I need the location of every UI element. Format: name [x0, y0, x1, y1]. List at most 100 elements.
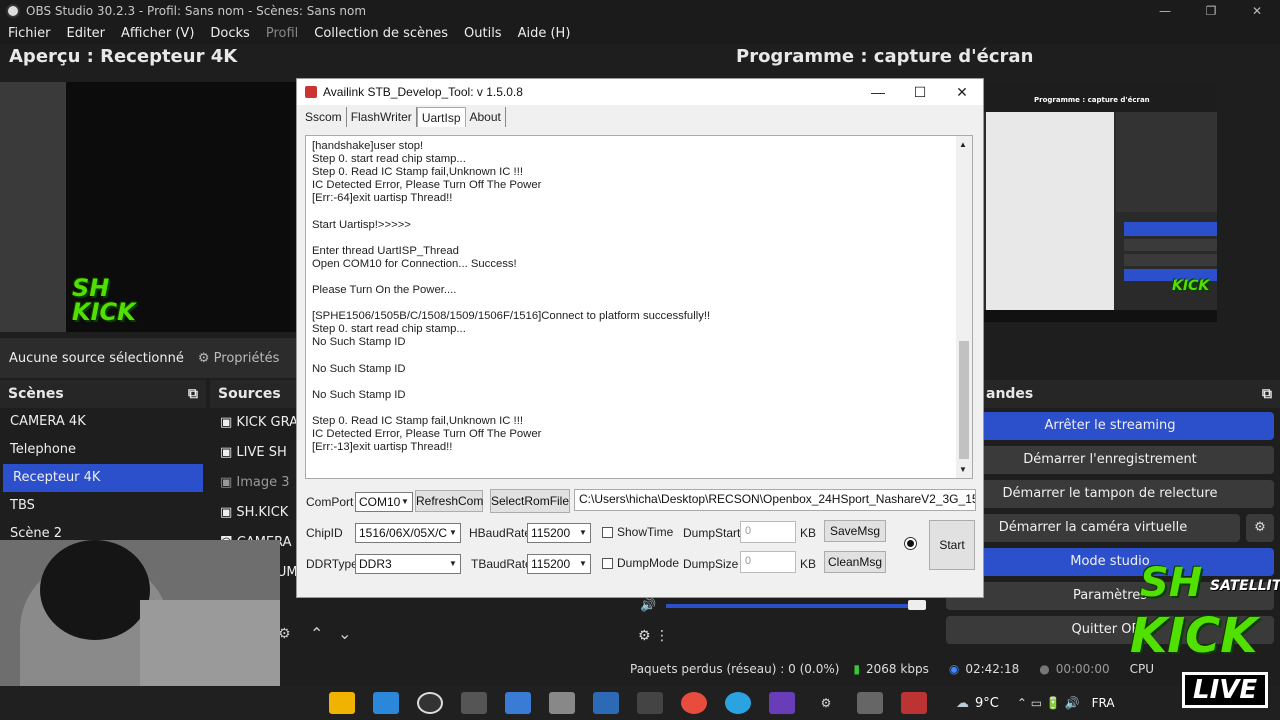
- scene-item[interactable]: TBS: [0, 492, 206, 520]
- stb-tool-taskbar-icon[interactable]: [901, 692, 927, 714]
- app-icon[interactable]: [769, 692, 795, 714]
- app-icon[interactable]: [857, 692, 883, 714]
- maximize-icon[interactable]: ☐: [899, 79, 941, 105]
- weather-icon: ☁: [956, 695, 969, 711]
- status-radio[interactable]: [904, 537, 917, 550]
- overlay-sh: SH: [1140, 560, 1203, 606]
- app-icon[interactable]: [637, 692, 663, 714]
- store-icon[interactable]: [373, 692, 399, 714]
- scene-item[interactable]: Telephone: [0, 436, 206, 464]
- app-icon[interactable]: [549, 692, 575, 714]
- tray-icons[interactable]: ⌃ ▭ 🔋 🔊: [1017, 696, 1080, 710]
- scenes-header: Scènes ⧉: [0, 380, 206, 408]
- rom-path-field[interactable]: C:\Users\hicha\Desktop\RECSON\Openbox_24…: [574, 489, 976, 511]
- scroll-up-icon[interactable]: ▲: [959, 138, 967, 151]
- app-icon[interactable]: [505, 692, 531, 714]
- tool-window-title: Availink STB_Develop_Tool: v 1.5.0.8: [323, 85, 523, 99]
- scene-item-active[interactable]: Recepteur 4K: [3, 464, 203, 492]
- clean-msg-button[interactable]: CleanMsg: [824, 551, 886, 573]
- log-output[interactable]: [handshake]user stop! Step 0. start read …: [305, 135, 973, 479]
- volume-slider[interactable]: [666, 604, 924, 608]
- log-line: Step 0. start read chip stamp...: [312, 323, 466, 336]
- weather-temp: 9°C: [975, 695, 999, 711]
- start-button[interactable]: Start: [929, 520, 975, 570]
- calculator-icon[interactable]: [593, 692, 619, 714]
- save-msg-button[interactable]: SaveMsg: [824, 520, 886, 542]
- source-item[interactable]: ▣ KICK GRAN: [210, 408, 296, 438]
- ddr-select[interactable]: DDR3 ▼: [355, 554, 461, 574]
- comport-select[interactable]: COM10 ▼: [355, 492, 413, 512]
- log-line: [Err:-13]exit uartisp Thread!!: [312, 441, 453, 454]
- menu-aide[interactable]: Aide (H): [510, 26, 579, 41]
- hbaud-select[interactable]: 115200 ▼: [527, 523, 591, 543]
- menu-editer[interactable]: Editer: [59, 26, 114, 41]
- source-item[interactable]: ▣ SH.KICK: [210, 498, 296, 528]
- virtual-camera-settings-icon[interactable]: ⚙: [1246, 514, 1274, 542]
- log-line: Open COM10 for Connection... Success!: [312, 257, 517, 270]
- source-item[interactable]: ▣ Image 3: [210, 468, 296, 498]
- close-icon[interactable]: ✕: [941, 79, 983, 105]
- log-line: Start Uartisp!>>>>>: [312, 218, 411, 231]
- file-explorer-icon[interactable]: [329, 692, 355, 714]
- select-rom-button[interactable]: SelectRomFile: [490, 489, 570, 513]
- tab-about[interactable]: About: [466, 107, 506, 127]
- menu-collection[interactable]: Collection de scènes: [306, 26, 456, 41]
- tab-sscom[interactable]: Sscom: [301, 107, 347, 127]
- obs-taskbar-icon[interactable]: [417, 692, 443, 714]
- chrome-icon[interactable]: [681, 692, 707, 714]
- settings-taskbar-icon[interactable]: ⚙: [813, 692, 839, 714]
- image-icon: ▣: [220, 475, 237, 490]
- log-line: No Such Stamp ID: [312, 336, 406, 349]
- signal-icon: ▮: [853, 662, 861, 676]
- move-up-icon[interactable]: ⌃: [310, 624, 323, 643]
- replay-buffer-button[interactable]: Démarrer le tampon de relecture: [946, 480, 1274, 508]
- properties-button[interactable]: ⚙ Propriétés: [198, 351, 280, 366]
- tbaud-select[interactable]: 115200 ▼: [527, 554, 591, 574]
- undock-icon[interactable]: ⧉: [1262, 386, 1272, 402]
- menu-outils[interactable]: Outils: [456, 26, 510, 41]
- rec-time: 00:00:00: [1055, 662, 1110, 676]
- minimize-icon[interactable]: —: [1142, 0, 1188, 22]
- restore-icon[interactable]: ❐: [1188, 0, 1234, 22]
- menu-profil[interactable]: Profil: [258, 26, 306, 41]
- chipid-select[interactable]: 1516/06X/05X/C ▼: [355, 523, 461, 543]
- close-icon[interactable]: ✕: [1234, 0, 1280, 22]
- app-icon[interactable]: [461, 692, 487, 714]
- volume-slider-handle[interactable]: [908, 600, 926, 610]
- telegram-icon[interactable]: [725, 692, 751, 714]
- minimize-icon[interactable]: —: [857, 79, 899, 105]
- language-indicator[interactable]: FRA: [1092, 696, 1115, 710]
- tab-flashwriter[interactable]: FlashWriter: [347, 107, 417, 127]
- dumpstart-field[interactable]: 0: [740, 521, 796, 543]
- volume-icon[interactable]: 🔊: [640, 598, 656, 613]
- move-down-icon[interactable]: ⌄: [338, 624, 351, 643]
- log-line: No Such Stamp ID: [312, 388, 406, 401]
- log-scrollbar[interactable]: ▲ ▼: [956, 136, 972, 478]
- rec-icon: ●: [1039, 662, 1050, 676]
- log-line: Step 0. start read chip stamp...: [312, 153, 466, 166]
- refresh-com-button[interactable]: RefreshCom: [415, 490, 483, 512]
- undock-icon[interactable]: ⧉: [188, 386, 198, 402]
- menu-docks[interactable]: Docks: [202, 26, 257, 41]
- log-line: [handshake]user stop!: [312, 140, 424, 152]
- scroll-down-icon[interactable]: ▼: [959, 463, 967, 476]
- image-icon: ▣: [220, 445, 237, 460]
- scrollbar-thumb[interactable]: [959, 341, 969, 459]
- menu-afficher[interactable]: Afficher (V): [113, 26, 202, 41]
- tab-uartisp[interactable]: UartIsp: [416, 107, 466, 127]
- source-item[interactable]: ▣ LIVE SH: [210, 438, 296, 468]
- start-recording-button[interactable]: Démarrer l'enregistrement: [946, 446, 1274, 474]
- dumpmode-checkbox[interactable]: [602, 558, 613, 569]
- scene-item[interactable]: CAMERA 4K: [0, 408, 206, 436]
- mixer-settings-icon[interactable]: ⚙ ⋮: [638, 628, 669, 644]
- dumpmode-label: DumpMode: [617, 556, 680, 570]
- dumpsize-field[interactable]: 0: [740, 551, 796, 573]
- menu-fichier[interactable]: Fichier: [0, 26, 59, 41]
- dumpsize-label: DumpSize: [683, 557, 739, 571]
- stop-streaming-button[interactable]: Arrêter le streaming: [946, 412, 1274, 440]
- virtual-camera-button[interactable]: Démarrer la caméra virtuelle: [946, 514, 1240, 542]
- sh-satellite-kick-live-logo: SH SATELLITE KICK LIVE: [1130, 560, 1280, 720]
- showtime-checkbox[interactable]: [602, 527, 613, 538]
